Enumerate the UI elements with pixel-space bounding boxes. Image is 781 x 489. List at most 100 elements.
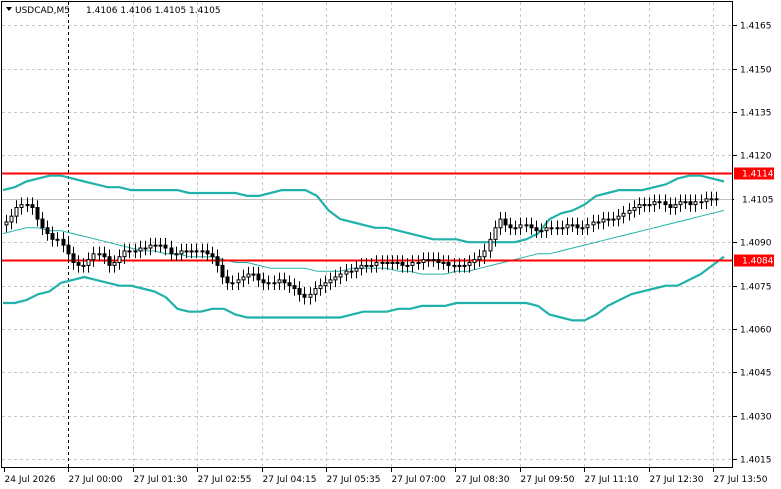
- candle-body: [50, 233, 55, 240]
- x-tick-label: 27 Jul 12:30: [650, 475, 704, 485]
- chart-header: USDCAD,M5 1.4106 1.4106 1.4105 1.4105: [6, 6, 221, 16]
- candle-body: [266, 282, 271, 285]
- candle-body: [570, 224, 575, 227]
- candle-body: [97, 253, 102, 256]
- x-tick-label: 27 Jul 11:10: [585, 475, 639, 485]
- candle-body: [215, 256, 220, 266]
- candle-body: [668, 204, 673, 209]
- x-tick-label: 27 Jul 08:30: [456, 475, 510, 485]
- candle-body: [699, 201, 704, 204]
- candle-body: [189, 250, 194, 253]
- candle-body: [9, 215, 14, 223]
- candle-body: [688, 201, 693, 206]
- x-tick-label: 24 Jul 2026: [5, 475, 56, 485]
- candle-body: [611, 218, 616, 221]
- candle-body: [66, 244, 71, 255]
- candle-body: [616, 215, 621, 220]
- candle-body: [493, 227, 498, 240]
- candle-body: [632, 207, 637, 211]
- candle-body: [621, 212, 626, 217]
- candle-body: [390, 261, 395, 264]
- candle-body: [663, 201, 668, 206]
- x-tick-label: 27 Jul 02:55: [198, 475, 252, 485]
- y-tick-label: 1.4150: [740, 66, 772, 76]
- candle-body: [174, 253, 179, 256]
- candle-body: [503, 218, 508, 226]
- candle-body: [19, 204, 24, 209]
- candle-body: [256, 273, 261, 281]
- candle-body: [344, 270, 349, 275]
- candle-body: [148, 244, 153, 249]
- candle-body: [395, 261, 400, 264]
- candle-body: [333, 276, 338, 281]
- candle-body: [153, 244, 158, 247]
- candle-body: [452, 264, 457, 267]
- y-tick-label: 1.4165: [740, 22, 772, 32]
- candle-body: [313, 288, 318, 295]
- candle-body: [117, 256, 122, 263]
- chart-canvas[interactable]: 1.4165 1.4150 1.4135 1.4120 1.4105 1.4090 1.40…: [0, 0, 781, 489]
- candle-body: [91, 253, 96, 261]
- y-tick-label: 1.4090: [740, 239, 772, 249]
- candle-body: [642, 204, 647, 207]
- candle-body: [488, 238, 493, 252]
- y-tick-label: 1.4075: [740, 283, 772, 293]
- y-tick-label: 1.4135: [740, 109, 772, 119]
- candle-body: [158, 244, 163, 247]
- candle-body: [369, 264, 374, 267]
- candle-body: [184, 250, 189, 253]
- candle-body: [704, 198, 709, 203]
- level-price-label: 1.4084: [742, 257, 774, 267]
- candle-body: [272, 282, 277, 285]
- candle-body: [472, 259, 477, 263]
- candle-body: [431, 259, 436, 262]
- candle-body: [61, 238, 66, 246]
- candle-body: [14, 207, 19, 217]
- candle-body: [35, 207, 40, 220]
- candle-body: [354, 267, 359, 272]
- x-tick-label: 27 Jul 01:30: [134, 475, 188, 485]
- candle-body: [107, 256, 112, 266]
- candle-body: [385, 261, 390, 264]
- x-tick-label: 27 Jul 05:35: [327, 475, 381, 485]
- candle-body: [591, 221, 596, 226]
- y-tick-label: 1.4060: [740, 326, 772, 336]
- candle-body: [580, 227, 585, 230]
- candle-body: [200, 250, 205, 253]
- candle-body: [524, 224, 529, 227]
- candle-body: [693, 201, 698, 206]
- candle-body: [71, 253, 76, 263]
- y-tick-label: 1.4015: [740, 456, 772, 466]
- candle-body: [585, 224, 590, 229]
- candle-body: [251, 273, 256, 276]
- candle-body: [205, 250, 210, 255]
- candle-body: [277, 279, 282, 284]
- candle-body: [374, 261, 379, 266]
- x-tick-label: 27 Jul 07:00: [392, 475, 446, 485]
- candle-body: [45, 227, 50, 235]
- x-tick-label: 27 Jul 00:00: [69, 475, 123, 485]
- candle-body: [127, 250, 132, 253]
- candle-body: [446, 261, 451, 266]
- y-tick-label: 1.4030: [740, 413, 772, 423]
- candle-body: [112, 261, 117, 266]
- candle-body: [338, 273, 343, 278]
- y-tick-label: 1.4120: [740, 152, 772, 162]
- candle-body: [678, 201, 683, 206]
- candle-body: [241, 276, 246, 281]
- candle-body: [364, 264, 369, 267]
- candle-body: [308, 293, 313, 298]
- candle-body: [287, 282, 292, 287]
- candle-body: [179, 250, 184, 255]
- candle-body: [163, 244, 168, 249]
- candle-body: [122, 250, 127, 258]
- candle-body: [405, 264, 410, 267]
- candle-body: [55, 238, 60, 241]
- candle-body: [133, 250, 138, 253]
- candle-body: [518, 224, 523, 229]
- candle-body: [534, 227, 539, 232]
- candle-body: [555, 227, 560, 230]
- x-tick-label: 27 Jul 09:50: [521, 475, 575, 485]
- candle-body: [601, 218, 606, 223]
- candle-body: [246, 273, 251, 278]
